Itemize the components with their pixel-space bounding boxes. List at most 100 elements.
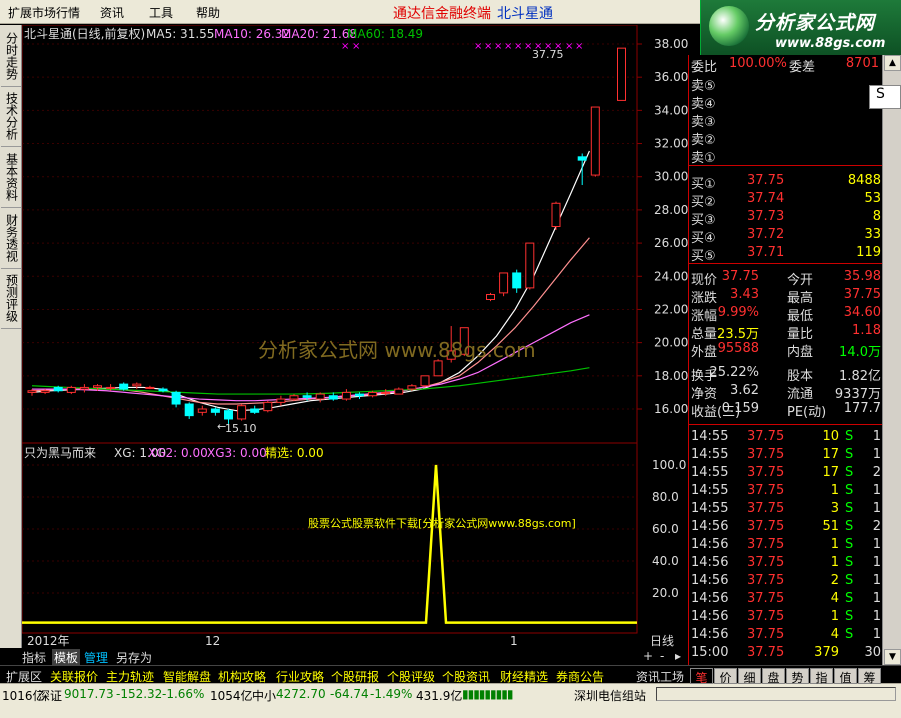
y-tick-label: 24.00 <box>654 269 688 283</box>
candle-body <box>53 386 63 392</box>
menu-help[interactable]: 帮助 <box>196 4 220 21</box>
tick-row: 14:56 37.75 4 S 1 <box>689 590 883 608</box>
candle-body <box>590 106 600 176</box>
period-label[interactable]: 日线 <box>650 634 674 648</box>
quote-tab[interactable]: 指 <box>810 668 833 685</box>
chart-canvas[interactable]: 38.00 36.00 34.00 32.00 30.00 28.00 26.00 24.00… <box>22 25 688 653</box>
panel-switch-icon[interactable]: ▸ <box>675 649 681 663</box>
tick-scrollbar[interactable]: ▲ S ▼ <box>869 55 901 665</box>
tab-technical[interactable]: 技术分析 <box>1 89 21 147</box>
candle-body <box>486 294 495 301</box>
tick-side: S <box>845 465 854 480</box>
tick-count: 1 <box>872 555 881 570</box>
ma5-label: MA5: 31.55 <box>146 27 214 41</box>
tab-technical-label: 技术分析 <box>4 92 19 140</box>
tab-basic[interactable]: 基本资料 <box>1 150 21 208</box>
quote-tab[interactable]: 细 <box>738 668 761 685</box>
quote-tab[interactable]: 价 <box>714 668 737 685</box>
quote-tab[interactable]: 笔 <box>690 668 713 685</box>
menu-tools[interactable]: 工具 <box>149 4 173 21</box>
stat-value: 177.7 <box>843 401 881 416</box>
quote-tab[interactable]: 值 <box>834 668 857 685</box>
candle-body <box>394 388 404 395</box>
sell-row: 卖① <box>689 146 883 166</box>
zoom-in-button[interactable]: + <box>643 649 653 663</box>
buy-row: 买④ 37.72 33 <box>689 226 883 246</box>
candle-body <box>617 47 626 101</box>
tick-row: 14:56 37.75 1 S 1 <box>689 536 883 554</box>
chart-stock-name: 北斗星通(日线,前复权) <box>24 26 145 41</box>
xg-signal-line <box>22 464 637 624</box>
tick-price: 37.75 <box>747 555 785 570</box>
menu-news[interactable]: 资讯 <box>100 4 124 21</box>
tick-count: 1 <box>872 573 881 588</box>
candle-body <box>27 390 37 393</box>
watermark: 分析家公式网 www.88gs.com <box>258 338 536 362</box>
tick-price: 37.75 <box>747 537 785 552</box>
sell-row: 卖② <box>689 128 883 148</box>
quote-tab[interactable]: 势 <box>786 668 809 685</box>
y-tick-label: 22.00 <box>654 302 688 316</box>
tick-price: 37.75 <box>747 429 785 444</box>
tab-forecast[interactable]: 预测评级 <box>1 271 21 329</box>
stat-value: 35.98 <box>843 269 881 284</box>
signal-mark-icon: × <box>575 41 583 52</box>
tab-save-as[interactable]: 另存为 <box>116 649 152 666</box>
signal-mark-icon: × <box>352 41 360 52</box>
sz-label: 深证 <box>38 689 63 703</box>
quote-tab[interactable]: 筹 <box>858 668 881 685</box>
tick-row: 14:55 37.75 17 S 1 <box>689 446 883 464</box>
ma60-line <box>31 367 590 395</box>
scroll-up-icon[interactable]: ▲ <box>884 55 901 71</box>
tick-side: S <box>845 627 854 642</box>
buy-row: 买② 37.74 53 <box>689 190 883 210</box>
high-marker-label: 37.75 <box>532 48 564 61</box>
y-tick-label: 16.00 <box>654 402 688 416</box>
candle-body <box>184 403 194 417</box>
candle-body <box>381 391 391 394</box>
ind-tick-label: 100.0 <box>652 458 686 472</box>
side-popup-button[interactable]: S <box>869 85 901 109</box>
site-logo: 分析家公式网 www.88gs.com <box>700 0 901 60</box>
tick-price: 37.75 <box>747 609 785 624</box>
signal-mark-icon: × <box>484 41 492 52</box>
scroll-down-icon[interactable]: ▼ <box>884 649 901 665</box>
tick-side: S <box>845 483 854 498</box>
tab-template[interactable]: 模板 <box>52 649 81 666</box>
menu-market[interactable]: 扩展市场行情 <box>8 4 80 21</box>
tick-row: 14:56 37.75 1 S 1 <box>689 554 883 572</box>
candle-body <box>132 383 142 387</box>
tick-price: 37.75 <box>747 591 785 606</box>
price-panel-border <box>22 25 638 444</box>
tick-time: 15:00 <box>691 645 729 660</box>
buy-volume: 119 <box>856 245 881 260</box>
candle-body <box>289 395 299 400</box>
tick-time: 14:55 <box>691 447 729 462</box>
tick-price: 37.75 <box>747 645 785 660</box>
buy-price: 37.71 <box>747 245 785 260</box>
tick-time: 14:55 <box>691 465 729 480</box>
server-name[interactable]: 深圳电信组站 <box>574 687 646 704</box>
y-tick-label: 28.00 <box>654 203 688 217</box>
tab-intraday[interactable]: 分时走势 <box>1 29 21 87</box>
stat-row: 涨幅 9.99% 最低 34.60 <box>689 304 883 324</box>
signal-mark-icon: × <box>565 41 573 52</box>
tick-time: 14:56 <box>691 573 729 588</box>
candle-body <box>433 360 443 377</box>
zoom-out-button[interactable]: - <box>660 649 664 663</box>
tick-volume: 51 <box>822 519 839 534</box>
tab-manage[interactable]: 管理 <box>84 649 108 666</box>
tick-count: 2 <box>872 519 881 534</box>
candle-body <box>577 156 587 161</box>
signal-mark-icon: × <box>494 41 502 52</box>
sell-row: 卖④ <box>689 92 883 112</box>
buy-volume: 53 <box>864 191 881 206</box>
quote-tab[interactable]: 盘 <box>762 668 785 685</box>
kline-chart[interactable]: 38.00 36.00 34.00 32.00 30.00 28.00 26.00 24.00… <box>22 25 688 653</box>
candle-body <box>525 242 535 289</box>
tab-finance[interactable]: 财务透视 <box>1 211 21 269</box>
tick-volume: 1 <box>830 609 839 624</box>
tick-price: 37.75 <box>747 573 785 588</box>
stat-row: 收益(三) 0.159 PE(动) 177.7 <box>689 400 883 420</box>
tab-indicator[interactable]: 指标 <box>22 649 46 666</box>
